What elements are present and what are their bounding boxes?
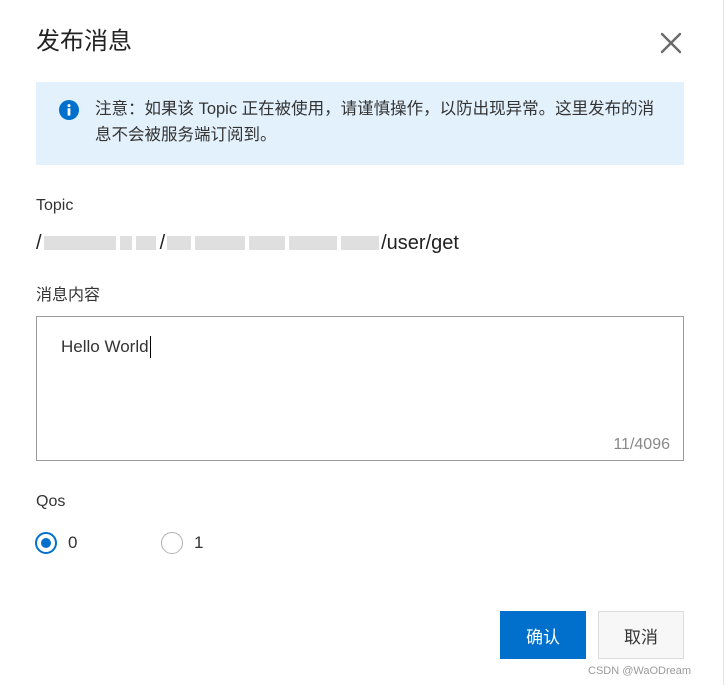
qos-radio-0-label: 0	[68, 533, 78, 552]
radio-unchecked-icon[interactable]	[161, 532, 183, 554]
info-icon	[59, 100, 79, 120]
watermark: CSDN @WaODream	[588, 665, 692, 677]
topic-value-suffix: /user/get	[381, 232, 459, 254]
notice-text: 注意：如果该 Topic 正在被使用，请谨慎操作，以防出现异常。这里发布的消息不…	[95, 100, 655, 144]
qos-label: Qos	[36, 493, 66, 510]
char-counter: 11/4096	[613, 436, 670, 453]
topic-value-masked-prefix: / /	[36, 231, 381, 255]
topic-value: / / /user/get	[36, 231, 459, 255]
message-content-value: Hello World	[61, 336, 151, 358]
cancel-button[interactable]: 取消	[598, 611, 684, 659]
message-content-label: 消息内容	[36, 287, 101, 304]
qos-radio-1-label: 1	[194, 533, 204, 552]
close-icon[interactable]	[656, 28, 686, 58]
topic-label: Topic	[36, 197, 74, 214]
dialog-title: 发布消息	[36, 28, 132, 55]
radio-checked-icon[interactable]	[35, 532, 57, 554]
warning-notice: 注意：如果该 Topic 正在被使用，请谨慎操作，以防出现异常。这里发布的消息不…	[36, 82, 684, 165]
confirm-button[interactable]: 确认	[500, 611, 586, 659]
publish-message-dialog: 发布消息 注意：如果该 Topic 正在被使用，请谨慎操作，以防出现异常。这里发…	[0, 0, 724, 685]
qos-radio-1[interactable]: 1	[161, 532, 203, 554]
message-content-textarea[interactable]: Hello World 11/4096	[36, 316, 684, 461]
qos-radio-0[interactable]: 0	[35, 532, 77, 554]
